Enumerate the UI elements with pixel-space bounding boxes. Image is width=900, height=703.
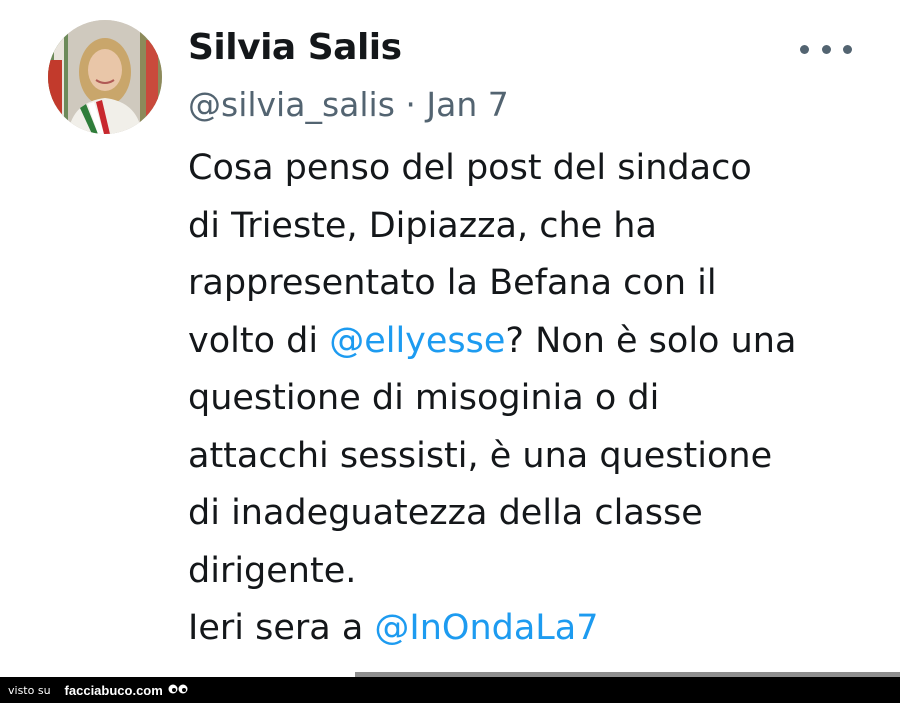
more-options-button[interactable]	[800, 36, 852, 62]
tweet-text-line: di inadeguatezza della classe	[188, 485, 878, 543]
tweet-text-line: questione di misoginia o di	[188, 370, 878, 428]
tweet-text-segment: volto di	[188, 320, 330, 361]
mention-link[interactable]: @InOndaLa7	[374, 608, 598, 648]
handle-line: @silvia_salis · Jan 7	[188, 82, 509, 128]
tweet-text: Cosa penso del post del sindaco di Triest…	[188, 140, 878, 658]
tweet-text-segment: dirigente.	[188, 550, 357, 591]
more-horizontal-icon	[800, 44, 809, 54]
avatar-photo	[48, 20, 162, 134]
tweet-text-segment: Cosa penso del post del sindaco	[188, 148, 752, 188]
tweet-text-segment: attacchi sessisti, è una questione	[188, 435, 773, 476]
tweet-text-segment: Ieri sera a	[188, 608, 375, 648]
meta-separator: ·	[405, 85, 416, 124]
watermark-bar: visto su facciabuco.com	[0, 677, 900, 703]
tweet-text-line: di Trieste, Dipiazza, che ha	[188, 198, 878, 256]
tweet-text-segment: rappresentato la Befana con il	[188, 263, 717, 303]
tweet-text-line: Ieri sera a @InOndaLa7	[188, 600, 878, 658]
author-handle[interactable]: @silvia_salis	[188, 85, 395, 124]
tweet-text-segment: di inadeguatezza della classe	[188, 493, 703, 533]
eyes-icon	[168, 683, 188, 697]
author-display-name[interactable]: Silvia Salis	[188, 24, 402, 72]
tweet-text-line: Cosa penso del post del sindaco	[188, 140, 878, 198]
tweet-text-line: attacchi sessisti, è una questione	[188, 428, 878, 486]
tweet-text-line: volto di @ellyesse? Non è solo una	[188, 313, 878, 371]
tweet-card: Silvia Salis @silvia_salis · Jan 7 Cosa …	[0, 0, 900, 677]
tweet-text-line: dirigente.	[188, 543, 878, 601]
tweet-text-line: rappresentato la Befana con il	[188, 255, 878, 313]
tweet-date[interactable]: Jan 7	[426, 85, 508, 124]
tweet-text-segment: questione di misoginia o di	[188, 378, 660, 418]
more-horizontal-icon-dot	[843, 44, 852, 54]
mention-link[interactable]: @ellyesse	[329, 321, 505, 361]
tweet-text-segment: di Trieste, Dipiazza, che ha	[188, 205, 657, 246]
watermark-visto-label: visto su	[8, 683, 51, 697]
watermark-brand[interactable]: facciabuco.com	[65, 683, 163, 698]
tweet-text-segment: ? Non è solo una	[505, 320, 797, 361]
avatar[interactable]	[48, 20, 162, 134]
more-horizontal-icon-dot	[821, 44, 831, 54]
